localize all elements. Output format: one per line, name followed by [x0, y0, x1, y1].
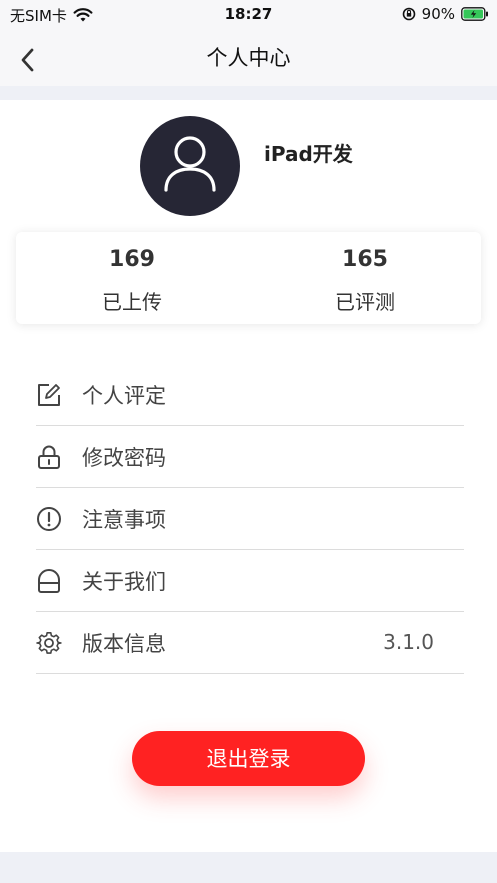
battery-status: 90% — [402, 5, 489, 23]
stats-card: 169 已上传 165 已评测 — [16, 232, 481, 324]
settings-icon — [36, 632, 62, 654]
menu-item-label: 版本信息 — [82, 632, 166, 656]
username: iPad开发 — [264, 142, 353, 166]
bottom-band — [0, 852, 497, 883]
menu-item-about-us[interactable]: 关于我们 — [36, 550, 464, 612]
stat-uploaded-label: 已上传 — [102, 290, 162, 314]
stat-evaluated-value: 165 — [342, 247, 388, 272]
stat-evaluated[interactable]: 165 已评测 — [265, 242, 465, 315]
stat-uploaded-value: 169 — [109, 247, 155, 272]
stat-uploaded[interactable]: 169 已上传 — [32, 242, 232, 315]
section-divider — [0, 86, 497, 100]
menu-item-change-password[interactable]: 修改密码 — [36, 426, 464, 488]
version-number: 3.1.0 — [383, 630, 434, 654]
menu-item-version-info[interactable]: 版本信息 3.1.0 — [36, 612, 464, 674]
logout-button[interactable]: 退出登录 — [132, 731, 365, 786]
menu-item-label: 个人评定 — [82, 384, 166, 408]
lock-icon — [38, 445, 60, 469]
profile-header: iPad开发 — [0, 100, 497, 230]
status-bar: 无SIM卡 18:27 90% — [0, 0, 497, 30]
menu-item-personal-rating[interactable]: 个人评定 — [36, 364, 464, 426]
nav-bar: 个人中心 — [0, 30, 497, 86]
user-icon — [164, 136, 216, 192]
alert-icon — [37, 507, 61, 531]
menu-item-label: 关于我们 — [82, 570, 166, 594]
menu-item-label: 修改密码 — [82, 446, 166, 470]
rotation-lock-icon — [402, 7, 415, 21]
edit-icon — [38, 384, 60, 406]
settings-menu: 个人评定 修改密码 注意事项 关于我们 版本信息 3.1.0 — [36, 364, 464, 674]
menu-item-label: 注意事项 — [82, 508, 166, 532]
battery-percent: 90% — [421, 5, 455, 23]
stat-evaluated-label: 已评测 — [335, 290, 395, 314]
about-icon — [38, 569, 60, 593]
page-title: 个人中心 — [206, 46, 291, 70]
battery-icon — [461, 7, 488, 21]
menu-item-notes[interactable]: 注意事项 — [36, 488, 464, 550]
avatar[interactable] — [140, 116, 240, 216]
